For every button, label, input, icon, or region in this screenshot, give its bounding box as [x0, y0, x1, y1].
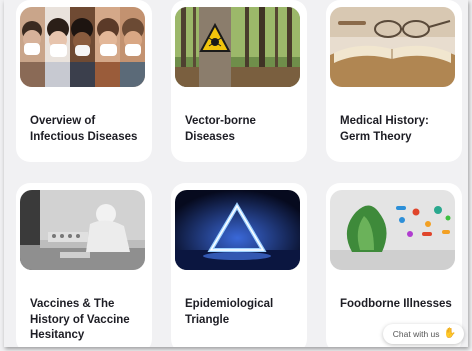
course-title: Vector-borne Diseases — [185, 115, 256, 143]
neon-triangle-image — [175, 190, 300, 270]
course-grid: Overview of Infectious Diseases Vector-b… — [4, 0, 468, 347]
tick-warning-forest-image — [175, 7, 300, 87]
course-card-epidemiological-triangle[interactable]: Epidemiological Triangle — [171, 183, 307, 347]
lettuce-bacteria-image — [330, 190, 455, 270]
course-title: Foodborne Illnesses — [340, 298, 452, 310]
course-card-foodborne[interactable]: Foodborne Illnesses — [326, 183, 462, 347]
chat-label: Chat with us — [392, 329, 440, 339]
course-title: Vaccines & The History of Vaccine Hesita… — [30, 298, 130, 341]
wave-hand-icon: ✋ — [443, 328, 456, 339]
old-book-eyeglasses-image — [330, 7, 455, 87]
course-title: Epidemiological Triangle — [185, 298, 274, 326]
course-card-infectious-diseases[interactable]: Overview of Infectious Diseases — [16, 0, 152, 162]
course-card-vector-borne[interactable]: Vector-borne Diseases — [171, 0, 307, 162]
course-title: Overview of Infectious Diseases — [30, 115, 138, 143]
course-title: Medical History: Germ Theory — [340, 115, 429, 143]
chat-with-us-button[interactable]: Chat with us ✋ — [382, 324, 464, 344]
course-card-vaccines[interactable]: Vaccines & The History of Vaccine Hesita… — [16, 183, 152, 347]
people-sneezing-image — [20, 7, 145, 87]
vintage-lab-worker-image — [20, 190, 145, 270]
course-card-germ-theory[interactable]: Medical History: Germ Theory — [326, 0, 462, 162]
